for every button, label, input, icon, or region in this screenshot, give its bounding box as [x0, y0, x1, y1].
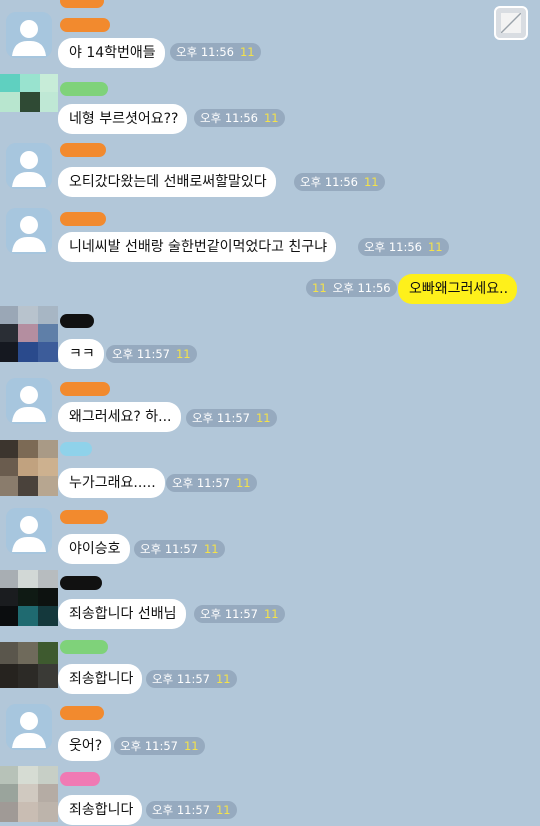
message-meta: 오후 11:57 11: [194, 605, 285, 623]
blurred-avatar[interactable]: [0, 570, 58, 626]
blurred-avatar[interactable]: [0, 74, 58, 130]
unread-count: 11: [235, 476, 251, 490]
sender-name-redacted: [60, 212, 106, 226]
unread-count: 11: [215, 672, 231, 686]
default-profile-avatar[interactable]: [6, 143, 52, 189]
unread-count: 11: [183, 739, 199, 753]
default-profile-avatar[interactable]: [6, 704, 52, 750]
sender-name-redacted: [60, 143, 106, 157]
default-profile-avatar[interactable]: [6, 508, 52, 554]
unread-count: 11: [263, 607, 279, 621]
message-bubble[interactable]: 니네씨발 선배랑 술한번같이먹었다고 친구냐: [58, 232, 337, 262]
my-message-bubble[interactable]: 오빠왜그러세요..: [398, 274, 518, 304]
default-profile-avatar[interactable]: [6, 12, 52, 58]
unread-count: 11: [203, 542, 219, 556]
message-meta: 11 오후 11:56: [306, 279, 397, 297]
unread-count: 11: [215, 803, 231, 817]
unread-count: 11: [239, 45, 255, 59]
sender-name-redacted: [60, 576, 102, 590]
message-meta: 오후 11:56 11: [170, 43, 261, 61]
sender-name-redacted: [60, 442, 92, 456]
message-bubble[interactable]: 오티갔다왔는데 선배로써할말있다: [58, 167, 276, 197]
sender-name-redacted: [60, 640, 108, 654]
message-meta: 오후 11:57 11: [106, 345, 197, 363]
message-meta: 오후 11:57 11: [134, 540, 225, 558]
message-meta: 오후 11:57 11: [186, 409, 277, 427]
sender-name-redacted: [60, 382, 110, 396]
message-bubble[interactable]: 야 14학번애들: [58, 38, 165, 68]
default-profile-avatar[interactable]: [6, 208, 52, 254]
default-profile-avatar[interactable]: [6, 378, 52, 424]
sender-name-redacted: [60, 82, 108, 96]
sender-name-redacted: [60, 18, 110, 32]
unread-count: 11: [312, 281, 327, 295]
blurred-avatar[interactable]: [0, 306, 58, 362]
unread-count: 11: [175, 347, 191, 361]
expand-icon[interactable]: [494, 6, 528, 40]
sender-name-redacted: [60, 510, 108, 524]
message-bubble[interactable]: 야이승호: [58, 534, 130, 564]
unread-count: 11: [263, 111, 279, 125]
message-bubble[interactable]: 웃어?: [58, 731, 112, 761]
sender-name-redacted: [60, 772, 100, 786]
message-bubble[interactable]: 죄송합니다: [58, 664, 143, 694]
unread-count: 11: [363, 175, 379, 189]
message-bubble[interactable]: 왜그러세요? 하...: [58, 402, 181, 432]
message-meta: 오후 11:56 11: [194, 109, 285, 127]
unread-count: 11: [427, 240, 443, 254]
message-meta: 오후 11:57 11: [146, 801, 237, 819]
blurred-avatar[interactable]: [0, 642, 58, 688]
message-meta: 오후 11:57 11: [146, 670, 237, 688]
unread-count: 11: [255, 411, 271, 425]
message-meta: 오후 11:56 11: [358, 238, 449, 256]
message-bubble[interactable]: 죄송합니다 선배님: [58, 599, 186, 629]
blurred-avatar[interactable]: [0, 440, 58, 496]
blurred-avatar[interactable]: [0, 766, 58, 822]
message-bubble[interactable]: 누가그래요.....: [58, 468, 165, 498]
sender-name-redacted: [60, 314, 94, 328]
message-bubble[interactable]: 네형 부르셧어요??: [58, 104, 188, 134]
sender-name-redacted: [60, 706, 104, 720]
message-bubble[interactable]: ㅋㅋ: [58, 339, 104, 369]
message-meta: 오후 11:57 11: [166, 474, 257, 492]
sender-name-redacted: [60, 0, 104, 8]
message-bubble[interactable]: 죄송합니다: [58, 795, 143, 825]
message-meta: 오후 11:56 11: [294, 173, 385, 191]
message-meta: 오후 11:57 11: [114, 737, 205, 755]
